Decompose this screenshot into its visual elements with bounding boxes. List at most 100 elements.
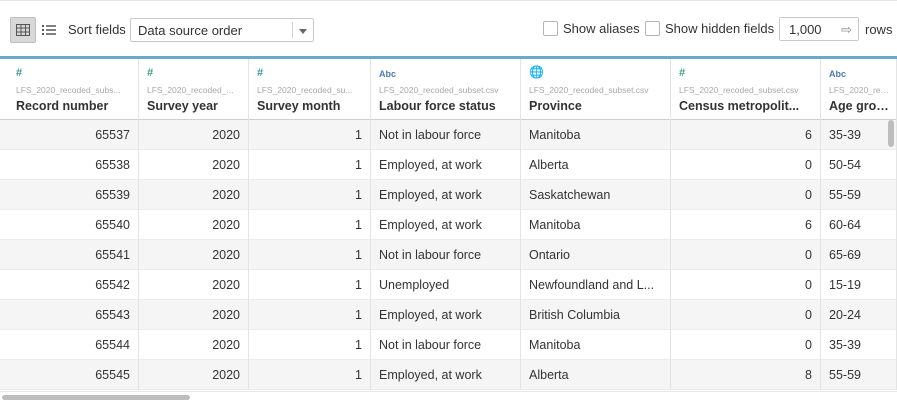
number-type-icon[interactable]: # — [679, 67, 685, 79]
table-cell[interactable]: 65545 — [8, 360, 139, 390]
table-cell[interactable]: Employed, at work — [371, 210, 521, 240]
table-cell[interactable]: 2020 — [139, 150, 249, 180]
table-cell[interactable]: 0 — [671, 240, 821, 270]
table-cell[interactable]: 0 — [671, 150, 821, 180]
table-cell[interactable]: 65537 — [8, 120, 139, 150]
table-cell[interactable]: Unemployed — [371, 270, 521, 300]
table-cell[interactable]: Employed, at work — [371, 150, 521, 180]
table-cell[interactable]: Newfoundland and L... — [521, 270, 671, 300]
horizontal-scrollbar[interactable] — [0, 391, 897, 404]
table-cell[interactable]: 0 — [671, 330, 821, 360]
vertical-scrollbar[interactable] — [888, 120, 894, 147]
table-cell[interactable]: 55-59 — [821, 360, 897, 390]
table-row[interactable]: 65542 2020 1 Unemployed Newfoundland and L..… — [0, 270, 897, 300]
table-cell[interactable]: Employed, at work — [371, 180, 521, 210]
table-cell[interactable]: 50-54 — [821, 150, 897, 180]
show-hidden-fields-checkbox[interactable] — [645, 21, 660, 36]
rows-count-input[interactable]: 1,000 ⇨ — [779, 17, 859, 41]
table-row[interactable]: 65544 2020 1 Not in labour force Manitoba 0 35… — [0, 330, 897, 360]
table-cell[interactable]: Manitoba — [521, 330, 671, 360]
show-aliases-checkbox[interactable] — [543, 21, 558, 36]
table-cell[interactable]: 65538 — [8, 150, 139, 180]
table-cell[interactable]: 2020 — [139, 240, 249, 270]
table-cell[interactable]: 35-39 — [821, 330, 897, 360]
table-cell[interactable]: Not in labour force — [371, 240, 521, 270]
table-cell[interactable]: 2020 — [139, 120, 249, 150]
table-row[interactable]: 65540 2020 1 Employed, at work Manitoba 6 60-6… — [0, 210, 897, 240]
string-type-icon[interactable]: Abc — [829, 69, 846, 79]
table-cell[interactable]: Ontario — [521, 240, 671, 270]
table-row[interactable]: 65545 2020 1 Employed, at work Alberta 8 55-59 — [0, 360, 897, 390]
table-cell[interactable]: 1 — [249, 330, 371, 360]
grid-view-button[interactable] — [10, 17, 36, 43]
table-cell[interactable]: 2020 — [139, 180, 249, 210]
table-cell[interactable]: 65540 — [8, 210, 139, 240]
column-header[interactable]: # LFS_2020_recoded_... Survey year — [139, 59, 249, 120]
table-cell[interactable]: Manitoba — [521, 210, 671, 240]
number-type-icon[interactable]: # — [257, 67, 263, 79]
column-header[interactable]: 🌐 LFS_2020_recoded_subset.csv Province — [521, 59, 671, 120]
table-cell[interactable]: 1 — [249, 270, 371, 300]
table-cell[interactable]: 2020 — [139, 300, 249, 330]
string-type-icon[interactable]: Abc — [379, 69, 396, 79]
sort-fields-value: Data source order — [138, 23, 243, 38]
table-cell[interactable]: 1 — [249, 180, 371, 210]
show-hidden-fields-label[interactable]: Show hidden fields — [665, 21, 774, 36]
table-cell[interactable]: 6 — [671, 210, 821, 240]
table-cell[interactable]: 2020 — [139, 270, 249, 300]
table-cell[interactable]: 20-24 — [821, 300, 897, 330]
list-view-button[interactable] — [36, 17, 62, 43]
number-type-icon[interactable]: # — [147, 67, 153, 79]
geographic-type-icon[interactable]: 🌐 — [529, 65, 544, 79]
table-row[interactable]: 65538 2020 1 Employed, at work Alberta 0 50-54 — [0, 150, 897, 180]
table-cell[interactable]: 1 — [249, 300, 371, 330]
table-cell[interactable]: 2020 — [139, 360, 249, 390]
table-cell[interactable]: Saskatchewan — [521, 180, 671, 210]
show-aliases-label[interactable]: Show aliases — [563, 21, 640, 36]
table-cell[interactable]: 0 — [671, 300, 821, 330]
arrow-right-icon[interactable]: ⇨ — [841, 22, 852, 38]
table-cell[interactable]: 2020 — [139, 210, 249, 240]
table-cell[interactable]: 0 — [671, 270, 821, 300]
table-cell[interactable]: 1 — [249, 150, 371, 180]
table-row[interactable]: 65539 2020 1 Employed, at work Saskatchewan 0… — [0, 180, 897, 210]
table-cell[interactable]: 60-64 — [821, 210, 897, 240]
table-cell[interactable]: 15-19 — [821, 270, 897, 300]
table-cell[interactable]: 2020 — [139, 330, 249, 360]
table-cell[interactable]: 65-69 — [821, 240, 897, 270]
column-header[interactable]: # LFS_2020_recoded_su... Survey month — [249, 59, 371, 120]
table-cell[interactable]: 55-59 — [821, 180, 897, 210]
column-header[interactable]: Abc LFS_2020_recoded_subset.csv Labour for… — [371, 59, 521, 120]
table-row[interactable]: 65537 2020 1 Not in labour force Manitoba 6 35… — [0, 120, 897, 150]
table-cell[interactable]: Not in labour force — [371, 120, 521, 150]
column-header[interactable]: # LFS_2020_recoded_subs... Record number — [8, 59, 139, 120]
column-header[interactable]: Abc LFS_2020_recod... Age group — [821, 59, 897, 120]
sort-fields-dropdown[interactable]: Data source order — [130, 18, 314, 42]
table-cell[interactable]: 6 — [671, 120, 821, 150]
table-cell[interactable]: 1 — [249, 240, 371, 270]
table-cell[interactable]: 0 — [671, 180, 821, 210]
table-cell[interactable]: 1 — [249, 360, 371, 390]
table-cell[interactable]: 65539 — [8, 180, 139, 210]
column-header[interactable]: # LFS_2020_recoded_subset.csv Census metro… — [671, 59, 821, 120]
table-cell[interactable]: 65543 — [8, 300, 139, 330]
number-type-icon[interactable]: # — [16, 67, 22, 79]
table-cell[interactable]: 1 — [249, 210, 371, 240]
table-cell[interactable]: Manitoba — [521, 120, 671, 150]
table-cell[interactable]: 1 — [249, 120, 371, 150]
table-cell[interactable]: 35-39 — [821, 120, 897, 150]
table-cell[interactable]: Alberta — [521, 360, 671, 390]
horizontal-scrollbar-thumb[interactable] — [2, 395, 190, 400]
table-cell[interactable]: Employed, at work — [371, 300, 521, 330]
table-cell[interactable]: 65542 — [8, 270, 139, 300]
table-row[interactable]: 65541 2020 1 Not in labour force Ontario 0 65-… — [0, 240, 897, 270]
table-cell[interactable]: Not in labour force — [371, 330, 521, 360]
table-row[interactable]: 65543 2020 1 Employed, at work British Colum… — [0, 300, 897, 330]
table-cell[interactable]: 65541 — [8, 240, 139, 270]
table-cell[interactable]: British Columbia — [521, 300, 671, 330]
table-cell[interactable]: Employed, at work — [371, 360, 521, 390]
table-cell[interactable]: 65544 — [8, 330, 139, 360]
table-cell[interactable]: Alberta — [521, 150, 671, 180]
table-cell[interactable]: 8 — [671, 360, 821, 390]
column-source: LFS_2020_recoded_... — [147, 85, 234, 95]
